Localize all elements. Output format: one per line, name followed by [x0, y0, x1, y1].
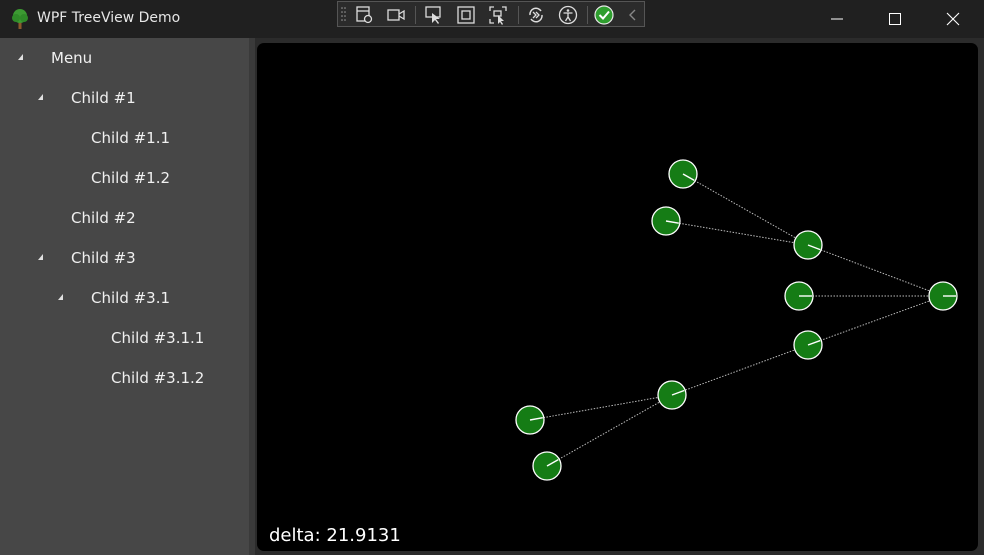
tree-item-label: Menu	[51, 49, 93, 67]
minimize-icon	[831, 18, 843, 20]
toolbar-separator	[415, 6, 416, 24]
tree-item-child-1-2[interactable]: Child #1.2	[56, 158, 246, 198]
splitter[interactable]	[249, 38, 255, 555]
debug-toolbar	[337, 1, 645, 27]
tree-item-label: Child #2	[71, 209, 136, 227]
window-title: WPF TreeView Demo	[37, 10, 181, 26]
live-visual-tree-icon[interactable]	[354, 5, 374, 25]
graph-edge	[807, 295, 944, 346]
expander-expanded-icon[interactable]	[36, 253, 46, 263]
tree-item-child-3-1-1[interactable]: Child #3.1.1	[76, 318, 246, 358]
select-element-icon[interactable]	[424, 5, 444, 25]
tree-item-child-1-1[interactable]: Child #1.1	[56, 118, 246, 158]
tree-item-label: Child #1	[71, 89, 136, 107]
tree-item-child-2[interactable]: Child #2	[36, 198, 246, 238]
tree-item-label: Child #3	[71, 249, 136, 267]
tree-item-label: Child #1.1	[91, 129, 171, 147]
tree-item-label: Child #3.1	[91, 289, 171, 307]
expander-expanded-icon[interactable]	[16, 53, 26, 63]
tree-item-label: Child #3.1.2	[111, 369, 205, 387]
expander-expanded-icon[interactable]	[56, 293, 66, 303]
record-icon[interactable]	[386, 5, 406, 25]
close-button[interactable]	[924, 0, 982, 38]
tree-item-child-1[interactable]: Child #1	[36, 78, 246, 118]
accessibility-icon[interactable]	[558, 5, 578, 25]
graph-edge	[807, 244, 944, 297]
tree-app-icon	[12, 9, 28, 29]
tree-view: Menu Child #1 Child #1.1 Child #1.2 Chil…	[0, 38, 252, 555]
tree-item-child-3[interactable]: Child #3	[36, 238, 246, 278]
toolbar-separator	[518, 6, 519, 24]
tree-item-label: Child #3.1.1	[111, 329, 205, 347]
collapse-chevron-icon[interactable]	[623, 5, 643, 25]
delta-readout: delta: 21.9131	[269, 525, 401, 546]
maximize-icon	[889, 13, 901, 25]
expander-expanded-icon[interactable]	[36, 93, 46, 103]
close-icon	[946, 12, 960, 26]
minimize-button[interactable]	[808, 0, 866, 38]
tree-item-child-3-1-2[interactable]: Child #3.1.2	[76, 358, 246, 398]
node-graph	[515, 159, 958, 481]
binding-failures-check-icon[interactable]	[594, 5, 614, 25]
title-bar: WPF TreeView Demo	[0, 0, 984, 38]
grip-icon[interactable]	[341, 6, 346, 22]
tree-item-menu[interactable]: Menu	[16, 38, 246, 78]
maximize-button[interactable]	[866, 0, 924, 38]
tree-item-label: Child #1.2	[91, 169, 171, 187]
display-layout-adorners-icon[interactable]	[456, 5, 476, 25]
tree-item-child-3-1[interactable]: Child #3.1	[56, 278, 246, 318]
hot-reload-icon[interactable]	[526, 5, 546, 25]
graph-canvas[interactable]: delta: 21.9131	[257, 43, 978, 551]
track-focus-icon[interactable]	[488, 5, 508, 25]
graph-edge	[671, 344, 809, 396]
toolbar-separator	[587, 6, 588, 24]
